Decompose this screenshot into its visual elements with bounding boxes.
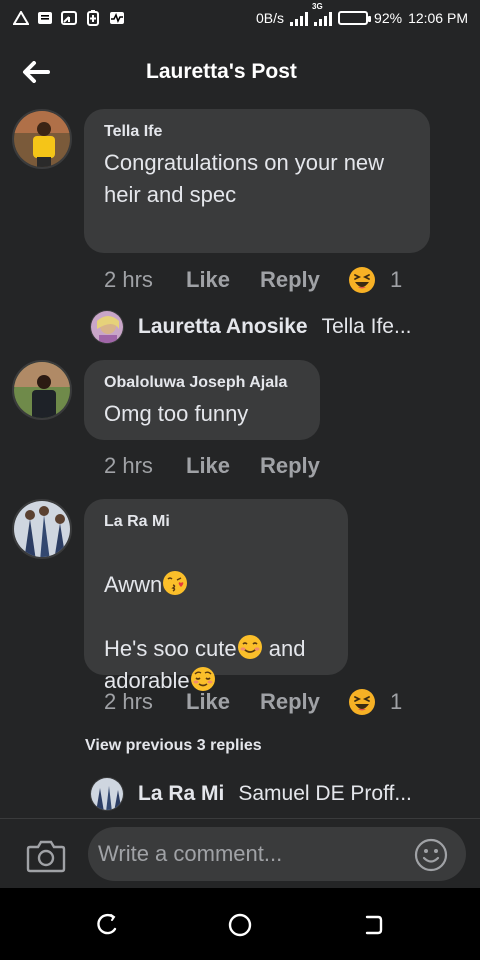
message-icon <box>36 10 54 26</box>
battery-percent: 92% <box>374 10 403 26</box>
reply-button[interactable]: Reply <box>260 267 348 293</box>
haha-reaction-icon <box>349 689 375 715</box>
comment-text: Congratulations on your new heir and spe… <box>104 150 385 207</box>
reply-button[interactable]: Reply <box>260 453 348 479</box>
like-button[interactable]: Like <box>186 453 260 479</box>
avatar <box>90 310 124 344</box>
reply-preview[interactable]: La Ra Mi Samuel DE Proff... <box>90 777 412 811</box>
signal-strength-icon <box>290 10 309 26</box>
mobile-data-icon: 3G <box>312 2 333 26</box>
comment-line: He's soo cute <box>104 636 237 661</box>
reply-text: Tella Ife... <box>321 315 412 338</box>
comment-line: and <box>262 636 306 661</box>
battery-saver-icon <box>84 10 102 26</box>
status-indicators: 0B/s 3G 92% 12:06 PM <box>256 2 468 26</box>
comment-bubble: La Ra Mi Awwn He's soo cute and adorable <box>84 499 348 693</box>
smiling-emoji-icon <box>237 635 262 659</box>
comment-text: Awwn He's soo cute and adorable <box>104 537 328 697</box>
comment-actions: 2 hrs Like Reply 1 <box>104 688 402 716</box>
comment-time: 2 hrs <box>104 453 153 478</box>
comment-text: Omg too funny <box>104 401 249 426</box>
avatar <box>90 777 124 811</box>
activity-icon <box>108 10 126 26</box>
warning-triangle-icon <box>12 10 30 26</box>
comment-input[interactable] <box>88 827 466 881</box>
page-title: Lauretta's Post <box>146 60 297 83</box>
status-notification-icons <box>12 10 126 26</box>
app-header: Lauretta's Post <box>0 36 480 108</box>
emoji-button[interactable] <box>414 838 448 872</box>
reply-text: Samuel DE Proff... <box>238 782 412 805</box>
home-icon <box>228 913 252 937</box>
comment-actions: 2 hrs Like Reply <box>104 453 348 479</box>
reaction-count: 1 <box>390 267 403 292</box>
recent-apps-button[interactable] <box>94 912 120 938</box>
comment-line: Awwn <box>104 572 163 597</box>
avatar[interactable] <box>12 109 72 169</box>
reaction-summary[interactable]: 1 <box>348 688 402 716</box>
like-button[interactable]: Like <box>186 689 260 715</box>
avatar[interactable] <box>12 499 72 559</box>
arrow-left-icon <box>23 61 50 83</box>
emoji-icon <box>414 838 448 872</box>
back-button[interactable] <box>20 56 52 88</box>
reply-author: La Ra Mi <box>138 782 225 805</box>
comment-author[interactable]: La Ra Mi <box>104 513 328 531</box>
avatar[interactable] <box>12 360 72 420</box>
comment-author[interactable]: Tella Ife <box>104 123 410 141</box>
comment-bubble: Tella Ife Congratulations on your new he… <box>84 109 430 253</box>
reaction-count: 1 <box>390 689 403 714</box>
reply-button[interactable]: Reply <box>260 689 348 715</box>
reaction-summary[interactable]: 1 <box>348 266 402 294</box>
home-button[interactable] <box>227 912 253 938</box>
haha-reaction-icon <box>349 267 375 293</box>
cast-icon <box>60 10 78 26</box>
comment-actions: 2 hrs Like Reply 1 <box>104 266 402 294</box>
comment-composer <box>0 818 480 888</box>
comment-time: 2 hrs <box>104 267 153 292</box>
comment-time: 2 hrs <box>104 689 153 714</box>
comment-author[interactable]: Obaloluwa Joseph Ajala <box>104 374 300 392</box>
camera-icon <box>26 840 66 873</box>
clock: 12:06 PM <box>408 10 468 26</box>
kiss-emoji-icon <box>163 571 188 595</box>
recent-apps-icon <box>97 913 117 935</box>
camera-button[interactable] <box>26 839 66 873</box>
back-icon <box>365 915 383 935</box>
reply-author: Lauretta Anosike <box>138 315 308 338</box>
battery-icon <box>338 11 372 25</box>
back-nav-button[interactable] <box>360 912 386 938</box>
view-previous-replies-link[interactable]: View previous 3 replies <box>85 737 262 755</box>
comment-bubble: Obaloluwa Joseph Ajala Omg too funny <box>84 360 320 440</box>
network-type: 3G <box>312 2 323 11</box>
status-bar: 0B/s 3G 92% 12:06 PM <box>0 0 480 36</box>
reply-preview[interactable]: Lauretta Anosike Tella Ife... <box>90 310 412 344</box>
network-speed: 0B/s <box>256 10 285 26</box>
like-button[interactable]: Like <box>186 267 260 293</box>
system-navigation-bar <box>0 888 480 960</box>
